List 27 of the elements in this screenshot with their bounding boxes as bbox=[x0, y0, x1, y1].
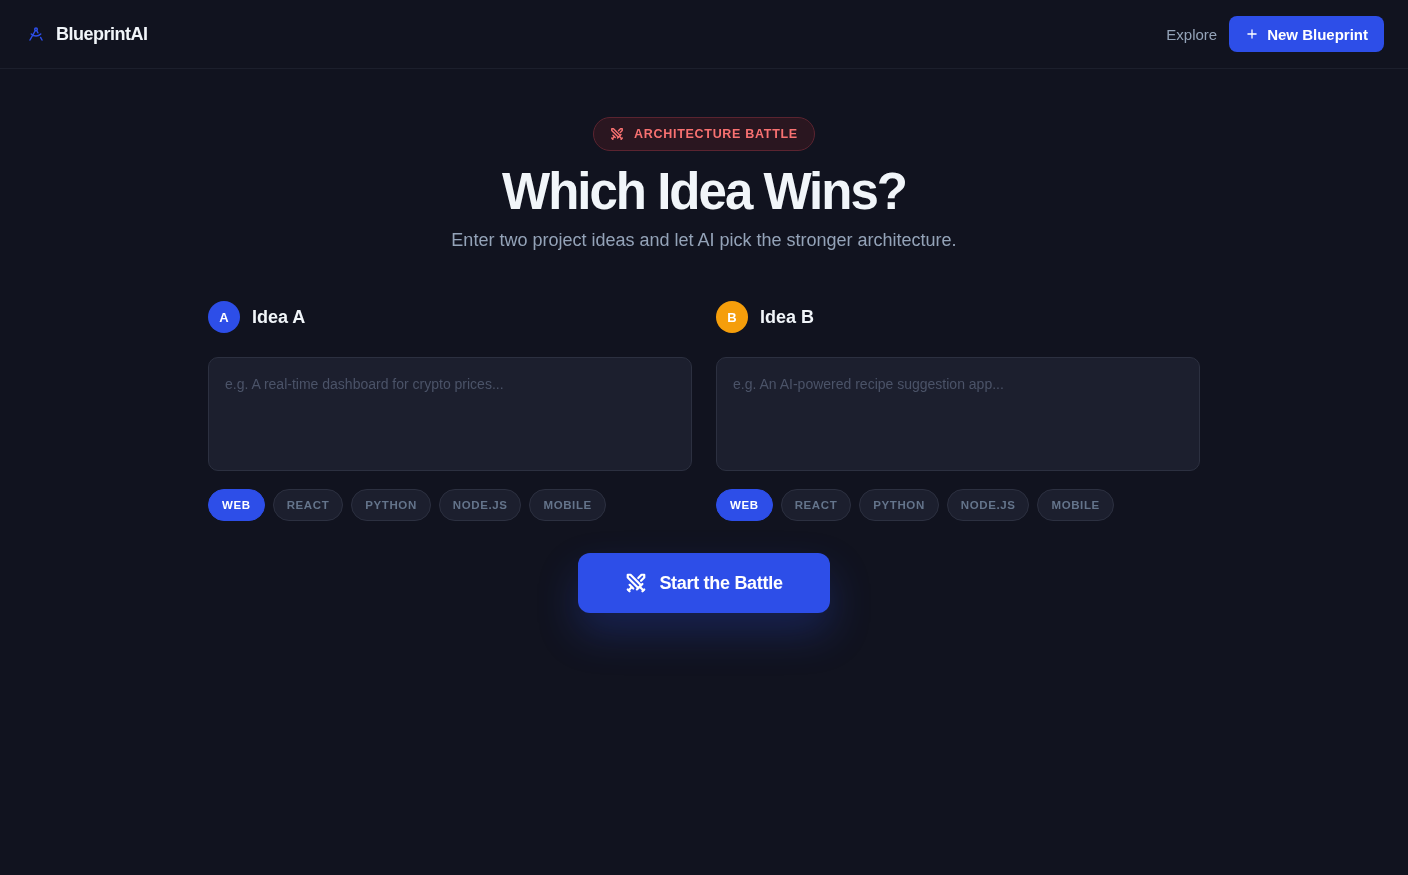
idea-input-field[interactable]: e.g. A real-time dashboard for crypto prices... bbox=[208, 357, 692, 472]
start-battle-button[interactable]: Start the Battle bbox=[578, 553, 830, 614]
tag-chip[interactable]: REACT bbox=[780, 489, 852, 522]
tag-chip[interactable]: PYTHON bbox=[351, 489, 431, 522]
plus-icon bbox=[1245, 27, 1260, 41]
swords-icon bbox=[625, 572, 648, 595]
idea-avatar: A bbox=[208, 301, 240, 334]
tag-chip[interactable]: NODE.JS bbox=[946, 489, 1030, 522]
tag-chip[interactable]: MOBILE bbox=[1037, 489, 1114, 522]
new-blueprint-button[interactable]: New Blueprint bbox=[1229, 16, 1384, 52]
badge-label: ARCHITECTURE BATTLE bbox=[634, 127, 798, 141]
page-subtitle: Enter two project ideas and let AI pick the stronger architecture. bbox=[451, 230, 957, 252]
page-title: Which Idea Wins? bbox=[502, 162, 906, 222]
tag-chip[interactable]: MOBILE bbox=[529, 489, 606, 522]
drafting-compass-icon bbox=[28, 26, 44, 42]
nav-link[interactable]: Explore bbox=[1166, 25, 1218, 43]
swords-icon bbox=[610, 127, 625, 141]
idea-avatar: B bbox=[716, 301, 748, 334]
tag-chip[interactable]: WEB bbox=[716, 489, 773, 522]
idea-input-field[interactable]: e.g. An AI-powered recipe suggestion app... bbox=[716, 357, 1200, 472]
tag-chip[interactable]: NODE.JS bbox=[438, 489, 522, 522]
idea-title: Idea B bbox=[760, 306, 815, 328]
tag-chip[interactable]: REACT bbox=[272, 489, 344, 522]
idea-title: Idea A bbox=[252, 306, 306, 328]
logo-text: BlueprintAI bbox=[56, 23, 148, 45]
tag-chip[interactable]: PYTHON bbox=[859, 489, 939, 522]
tag-chip[interactable]: WEB bbox=[208, 489, 265, 522]
